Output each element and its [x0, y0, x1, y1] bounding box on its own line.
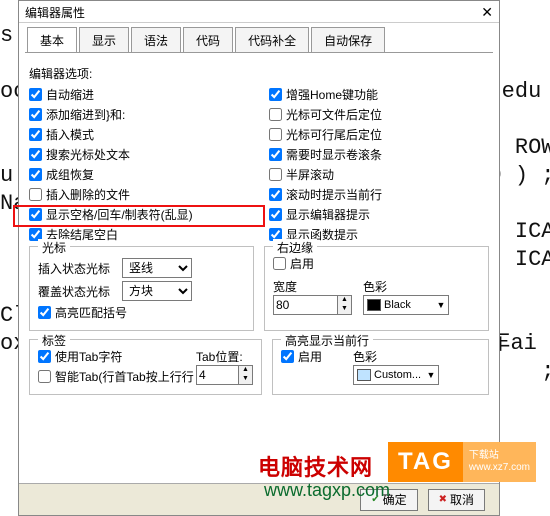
highlight-line-color-picker[interactable]: Custom... ▼: [353, 365, 439, 385]
option-right-2[interactable]: 光标可行尾后定位: [269, 126, 382, 143]
option-left-1[interactable]: 添加缩进到}和:: [29, 106, 125, 123]
right-margin-color-picker[interactable]: Black ▼: [363, 295, 449, 315]
tab-pos-input[interactable]: [196, 365, 238, 385]
highlight-line-group: 高亮显示当前行 启用 色彩 Custom... ▼: [272, 339, 489, 395]
tab-3[interactable]: 代码: [183, 27, 233, 52]
caret-over-label: 覆盖状态光标: [38, 283, 122, 300]
caret-group: 光标 插入状态光标 竖线 覆盖状态光标 方块 高亮匹配括号: [29, 246, 254, 331]
highlight-line-legend: 高亮显示当前行: [281, 332, 373, 349]
chevron-down-icon[interactable]: ▼: [424, 370, 438, 380]
tab-group: 标签 使用Tab字符 智能Tab(行首Tab按上行行 Tab位置: ▲▼: [29, 339, 262, 395]
tab-pos-stepper[interactable]: ▲▼: [196, 365, 253, 385]
watermark-brand: 电脑技术网: [258, 450, 373, 482]
x-icon: ✖: [439, 494, 447, 505]
option-right-1[interactable]: 光标可文件后定位: [269, 106, 382, 123]
option-left-2[interactable]: 插入模式: [29, 126, 94, 143]
highlight-line-enable-checkbox[interactable]: 启用: [281, 348, 322, 365]
caret-legend: 光标: [38, 239, 70, 256]
watermark-tag-badge: TAG 下载站www.xz7.com: [388, 442, 536, 482]
tab-2[interactable]: 语法: [131, 27, 181, 52]
color-swatch: [367, 299, 381, 311]
right-margin-enable-checkbox[interactable]: 启用: [273, 255, 314, 272]
dialog-title: 编辑器属性: [25, 4, 85, 21]
tab-4[interactable]: 代码补全: [235, 27, 309, 52]
caret-hilite-checkbox[interactable]: 高亮匹配括号: [38, 304, 127, 321]
tab-pos-label: Tab位置:: [196, 348, 253, 365]
options-section-label: 编辑器选项:: [29, 65, 489, 82]
option-left-3[interactable]: 搜索光标处文本: [29, 146, 130, 163]
option-right-5[interactable]: 滚动时提示当前行: [269, 186, 382, 203]
caret-over-select[interactable]: 方块: [122, 281, 192, 301]
right-margin-group: 右边缘 启用 宽度 ▲▼ 色彩 Black: [264, 246, 489, 331]
tab-1[interactable]: 显示: [79, 27, 129, 52]
option-left-0[interactable]: 自动缩进: [29, 86, 94, 103]
watermark-tag: TAG: [388, 442, 463, 482]
right-margin-width-stepper[interactable]: ▲▼: [273, 295, 352, 315]
dialog-titlebar: 编辑器属性 ✕: [19, 1, 499, 23]
highlight-line-color-label: 色彩: [353, 348, 439, 365]
use-tab-checkbox[interactable]: 使用Tab字符: [38, 348, 122, 365]
tabstrip: 基本显示语法代码代码补全自动保存: [19, 27, 499, 53]
option-right-3[interactable]: 需要时显示卷滚条: [269, 146, 382, 163]
editor-properties-dialog: 编辑器属性 ✕ 基本显示语法代码代码补全自动保存 编辑器选项: 自动缩进添加缩进…: [18, 0, 500, 516]
tab-5[interactable]: 自动保存: [311, 27, 385, 52]
color-swatch: [357, 369, 371, 381]
option-right-0[interactable]: 增强Home键功能: [269, 86, 378, 103]
right-margin-legend: 右边缘: [273, 239, 317, 256]
tab-legend: 标签: [38, 332, 70, 349]
close-icon[interactable]: ✕: [481, 4, 493, 21]
chevron-up-icon[interactable]: ▲: [338, 296, 351, 305]
right-margin-color-label: 色彩: [363, 278, 449, 295]
chevron-down-icon[interactable]: ▼: [239, 375, 252, 384]
watermark-link: www.tagxp.com: [264, 480, 390, 501]
chevron-up-icon[interactable]: ▲: [239, 366, 252, 375]
option-left-5[interactable]: 插入删除的文件: [29, 186, 130, 203]
highlight-rectangle: [13, 205, 265, 227]
caret-insert-label: 插入状态光标: [38, 260, 122, 277]
cancel-button[interactable]: ✖取消: [428, 489, 485, 511]
chevron-down-icon[interactable]: ▼: [434, 300, 448, 310]
option-right-6[interactable]: 显示编辑器提示: [269, 206, 370, 223]
caret-insert-select[interactable]: 竖线: [122, 258, 192, 278]
option-right-4[interactable]: 半屏滚动: [269, 166, 334, 183]
tab-0[interactable]: 基本: [27, 27, 77, 52]
button-bar: ✔确定 ✖取消: [19, 483, 499, 515]
option-left-4[interactable]: 成组恢复: [29, 166, 94, 183]
right-margin-width-input[interactable]: [273, 295, 337, 315]
chevron-down-icon[interactable]: ▼: [338, 305, 351, 314]
right-margin-width-label: 宽度: [273, 278, 363, 295]
smart-tab-checkbox[interactable]: 智能Tab(行首Tab按上行行: [38, 368, 194, 385]
